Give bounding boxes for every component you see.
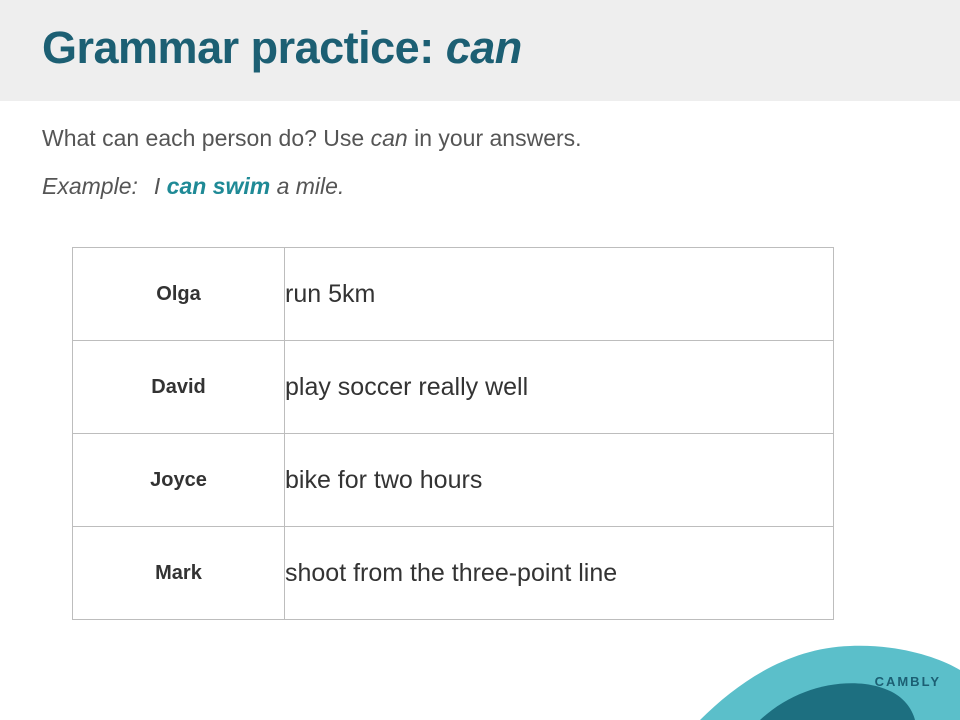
person-name: Joyce	[72, 433, 285, 527]
slide-header: Grammar practice: can	[0, 0, 960, 101]
example-highlight: can swim	[166, 173, 271, 199]
activity-text: bike for two hours	[284, 433, 834, 527]
practice-table: Olga run 5km David play soccer really we…	[72, 247, 834, 620]
instruction-emphasis: can	[370, 125, 408, 151]
table-row: Mark shoot from the three-point line	[72, 526, 834, 620]
activity-text: run 5km	[284, 247, 834, 341]
activity-text: play soccer really well	[284, 340, 834, 434]
example-after: a mile.	[270, 173, 345, 199]
instruction-after: in your answers.	[407, 125, 582, 151]
instruction-text: What can each person do? Use can in your…	[42, 125, 582, 152]
table-row: Joyce bike for two hours	[72, 433, 834, 527]
person-name: Olga	[72, 247, 285, 341]
instruction-before: What can each person do? Use	[42, 125, 371, 151]
title-emphasis: can	[445, 22, 523, 73]
example-text: Example: I can swim a mile.	[42, 173, 344, 200]
activity-text: shoot from the three-point line	[284, 526, 834, 620]
person-name: Mark	[72, 526, 285, 620]
example-label: Example:	[42, 173, 138, 199]
person-name: David	[72, 340, 285, 434]
cambly-logo: CAMBLY	[874, 674, 941, 689]
example-before: I	[153, 173, 167, 199]
table-row: Olga run 5km	[72, 247, 834, 341]
slide-title: Grammar practice: can	[42, 22, 522, 74]
table-row: David play soccer really well	[72, 340, 834, 434]
title-main: Grammar practice:	[42, 22, 446, 73]
